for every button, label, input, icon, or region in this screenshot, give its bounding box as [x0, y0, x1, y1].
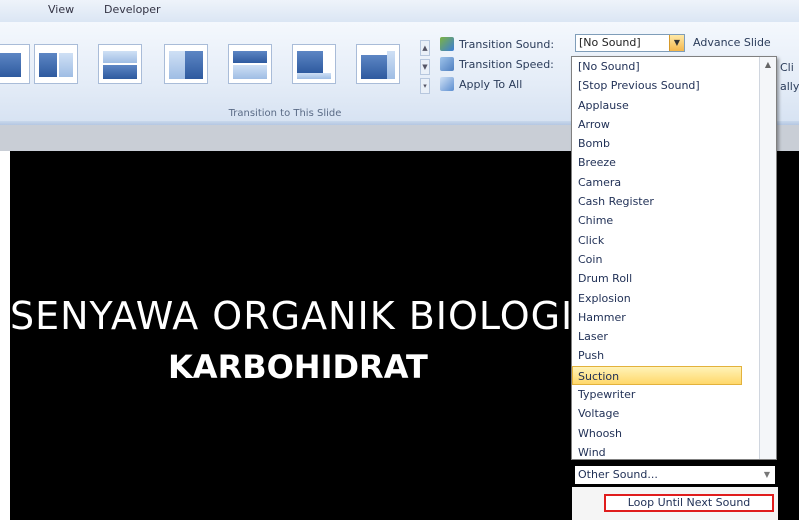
transition-sound-label: Transition Sound:	[459, 37, 555, 51]
sound-option[interactable]: Hammer	[572, 308, 776, 327]
sound-option[interactable]: Whoosh	[572, 424, 776, 443]
transition-thumb-2[interactable]	[34, 44, 78, 84]
dropdown-scrollbar[interactable]: ▲	[759, 57, 776, 459]
transition-thumb-7[interactable]	[356, 44, 400, 84]
speed-icon	[440, 57, 454, 71]
sound-option[interactable]: Laser	[572, 327, 776, 346]
apply-to-all-label: Apply To All	[459, 77, 523, 91]
other-sound-option[interactable]: Other Sound... ▼	[575, 466, 775, 484]
apply-to-all-button[interactable]: Apply To All	[440, 75, 522, 93]
group-label: Transition to This Slide	[228, 108, 342, 119]
sound-option[interactable]: [Stop Previous Sound]	[572, 76, 776, 95]
scroll-up-icon[interactable]: ▲	[760, 60, 776, 69]
gallery-down-arrow-icon[interactable]: ▼	[420, 59, 430, 75]
loop-until-next-sound-option[interactable]: Loop Until Next Sound	[604, 494, 774, 512]
sound-option[interactable]: Voltage	[572, 404, 776, 423]
ribbon-tab-strip: View Developer	[0, 0, 799, 23]
transition-thumb-3[interactable]	[98, 44, 142, 84]
sound-option[interactable]: Bomb	[572, 134, 776, 153]
tab-developer[interactable]: Developer	[104, 3, 161, 16]
transition-sound-row: Transition Sound:	[440, 35, 554, 53]
transition-sound-value: [No Sound]	[579, 36, 641, 49]
transition-thumb-1[interactable]	[0, 44, 30, 84]
gallery-scroll[interactable]: ▲ ▼ ▾	[420, 40, 430, 96]
other-sound-label: Other Sound...	[578, 468, 658, 481]
sound-dropdown-list[interactable]: [No Sound] [Stop Previous Sound] Applause A…	[571, 56, 777, 460]
sound-option[interactable]: Cash Register	[572, 192, 776, 211]
gallery-up-arrow-icon[interactable]: ▲	[420, 40, 430, 56]
transition-speed-row: Transition Speed:	[440, 55, 554, 73]
sound-option[interactable]: Applause	[572, 96, 776, 115]
slide-title[interactable]: SENYAWA ORGANIK BIOLOGI	[10, 294, 573, 338]
sound-options: [No Sound] [Stop Previous Sound] Applause A…	[572, 57, 776, 459]
sound-option[interactable]: Coin	[572, 250, 776, 269]
chevron-down-icon: ▼	[763, 470, 770, 479]
sound-option[interactable]: Camera	[572, 173, 776, 192]
sound-option[interactable]: Suction	[572, 365, 742, 386]
sound-option[interactable]: Click	[572, 231, 776, 250]
sound-option[interactable]: Breeze	[572, 153, 776, 172]
on-mouse-click-option[interactable]: Cli	[780, 61, 794, 74]
advance-slide-label: Advance Slide	[693, 36, 771, 49]
sound-option[interactable]: Chime	[572, 211, 776, 230]
transition-thumb-6[interactable]	[292, 44, 336, 84]
automatically-option[interactable]: ally	[780, 80, 799, 93]
sound-option[interactable]: Typewriter	[572, 385, 776, 404]
transition-thumb-4[interactable]	[164, 44, 208, 84]
tab-view[interactable]: View	[48, 3, 74, 16]
slide-subtitle[interactable]: KARBOHIDRAT	[168, 348, 428, 386]
apply-all-icon	[440, 77, 454, 91]
sound-option[interactable]: [No Sound]	[572, 57, 776, 76]
sound-option[interactable]: Drum Roll	[572, 269, 776, 288]
transition-thumb-5[interactable]	[228, 44, 272, 84]
transition-speed-label: Transition Speed:	[459, 57, 554, 71]
gallery-more-icon[interactable]: ▾	[420, 78, 430, 94]
sound-option[interactable]: Arrow	[572, 115, 776, 134]
sound-icon	[440, 37, 454, 51]
sound-option[interactable]: Explosion	[572, 289, 776, 308]
transition-sound-select[interactable]: [No Sound] ▼	[575, 34, 685, 52]
sound-option[interactable]: Wind	[572, 443, 776, 459]
chevron-down-icon[interactable]: ▼	[669, 35, 684, 51]
sound-option[interactable]: Push	[572, 346, 776, 365]
